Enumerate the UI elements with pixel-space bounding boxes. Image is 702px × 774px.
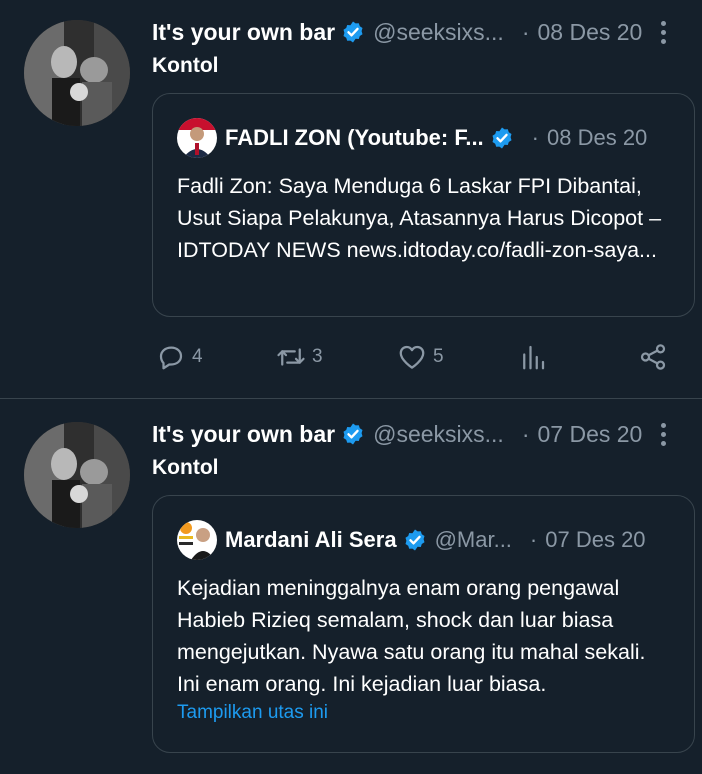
- tweet-actions: 4 3 5: [152, 339, 672, 375]
- author-name[interactable]: It's your own bar: [152, 19, 335, 46]
- analytics-icon: [523, 345, 545, 370]
- tweet-text: Kontol: [152, 54, 219, 77]
- tweet-header: It's your own bar @seeksixs... · 08 Des …: [152, 16, 682, 48]
- analytics-button[interactable]: [518, 339, 548, 375]
- reply-button[interactable]: 4: [156, 339, 203, 375]
- separator-dot: ·: [521, 420, 530, 447]
- author-handle[interactable]: @seeksixs...: [373, 19, 504, 46]
- tweet-date[interactable]: 08 Des 20: [538, 19, 643, 46]
- quoted-tweet-text: Fadli Zon: Saya Menduga 6 Laskar FPI Dib…: [177, 174, 662, 262]
- author-name[interactable]: It's your own bar: [152, 421, 335, 448]
- share-icon: [640, 344, 666, 370]
- tweet-header: It's your own bar @seeksixs... · 07 Des …: [152, 418, 682, 450]
- separator-dot: ·: [521, 18, 530, 45]
- verified-badge-icon: [405, 529, 425, 551]
- author-avatar[interactable]: [24, 20, 130, 126]
- more-options-icon[interactable]: [658, 18, 668, 46]
- quoted-author-avatar: [177, 118, 217, 158]
- retweet-count: 3: [312, 346, 323, 367]
- quoted-author-name: FADLI ZON (Youtube: F...: [225, 125, 484, 150]
- more-options-icon[interactable]: [658, 420, 668, 448]
- separator-dot: ·: [529, 527, 538, 552]
- retweet-icon: [277, 348, 305, 366]
- quoted-author-name: Mardani Ali Sera: [225, 527, 397, 552]
- author-handle[interactable]: @seeksixs...: [373, 421, 504, 448]
- quoted-tweet-header: Mardani Ali Sera @Mar... · 07 Des 20: [177, 520, 674, 560]
- quoted-tweet-date: 08 Des 20: [547, 125, 648, 150]
- tweet-text: Kontol: [152, 456, 219, 479]
- like-button[interactable]: 5: [397, 339, 444, 375]
- tweet[interactable]: It's your own bar @seeksixs... · 08 Des …: [0, 0, 702, 399]
- tweet-date[interactable]: 07 Des 20: [538, 421, 643, 448]
- verified-badge-icon: [343, 21, 363, 43]
- quoted-tweet-text: Kejadian meninggalnya enam orang pengawa…: [177, 576, 646, 696]
- like-count: 5: [433, 346, 444, 367]
- quoted-author-handle: @Mar...: [434, 527, 512, 552]
- quoted-tweet-date: 07 Des 20: [545, 527, 646, 552]
- quoted-tweet-header: FADLI ZON (Youtube: F... · 08 Des 20: [177, 118, 674, 158]
- quoted-tweet[interactable]: FADLI ZON (Youtube: F... · 08 Des 20 Fad…: [152, 93, 695, 317]
- separator-dot: ·: [531, 125, 539, 150]
- like-icon: [399, 345, 425, 369]
- tweet[interactable]: It's your own bar @seeksixs... · 07 Des …: [0, 399, 702, 774]
- author-avatar[interactable]: [24, 422, 130, 528]
- quoted-tweet[interactable]: Mardani Ali Sera @Mar... · 07 Des 20 Kej…: [152, 495, 695, 753]
- retweet-button[interactable]: 3: [276, 339, 323, 375]
- show-thread-link[interactable]: Tampilkan utas ini: [177, 702, 328, 724]
- reply-count: 4: [192, 346, 203, 367]
- reply-icon: [159, 346, 183, 370]
- verified-badge-icon: [492, 127, 512, 149]
- verified-badge-icon: [343, 423, 363, 445]
- share-button[interactable]: [638, 339, 668, 375]
- quoted-author-avatar: [177, 520, 217, 560]
